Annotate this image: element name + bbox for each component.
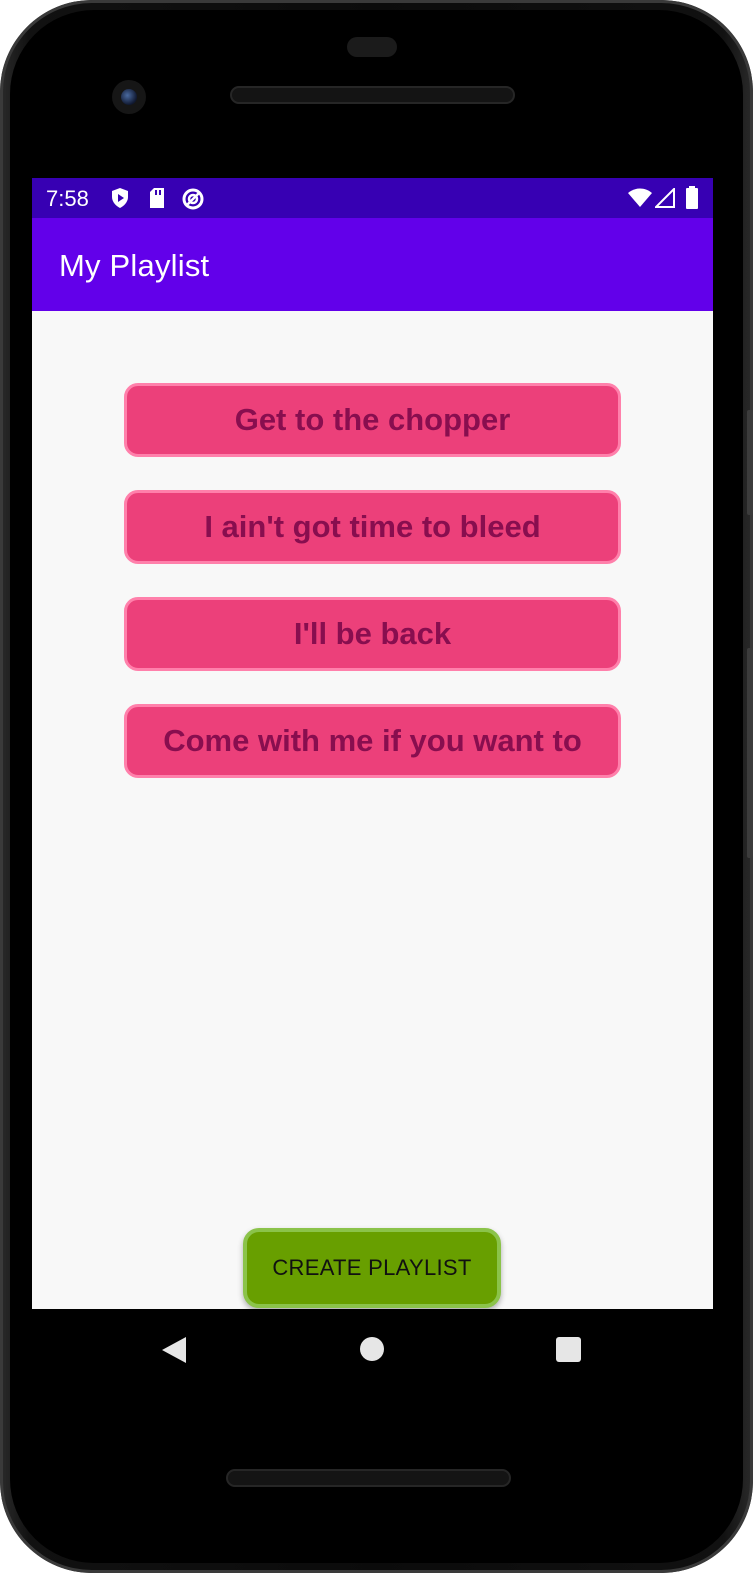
wifi-icon <box>628 188 652 207</box>
sd-card-icon <box>150 188 164 208</box>
song-button-i-aint-got-time-to-bleed[interactable]: I ain't got time to bleed <box>124 490 621 564</box>
bottom-speaker-grille <box>226 1469 511 1487</box>
phone-frame: 7:58 My Playlist Get to the chopper I ai… <box>0 0 753 1573</box>
song-button-come-with-me[interactable]: Come with me if you want to <box>124 704 621 778</box>
home-icon[interactable] <box>360 1337 384 1361</box>
back-icon[interactable] <box>162 1337 186 1363</box>
earpiece <box>347 37 397 57</box>
playlist-content: Get to the chopper I ain't got time to b… <box>32 311 713 1309</box>
create-playlist-button[interactable]: CREATE PLAYLIST <box>243 1228 501 1308</box>
song-button-get-to-the-chopper[interactable]: Get to the chopper <box>124 383 621 457</box>
status-time: 7:58 <box>46 186 89 211</box>
status-bar: 7:58 <box>32 178 713 218</box>
top-speaker-grille <box>230 86 515 104</box>
device-screen: 7:58 My Playlist Get to the chopper I ai… <box>32 178 713 1309</box>
battery-icon <box>686 186 698 209</box>
cellular-signal-icon <box>655 188 675 208</box>
data-saver-icon <box>182 188 204 210</box>
volume-button <box>747 410 753 515</box>
page-title: My Playlist <box>59 248 210 283</box>
front-camera-icon <box>112 80 146 114</box>
shield-play-icon <box>112 188 128 208</box>
power-button <box>747 648 753 858</box>
recents-icon[interactable] <box>556 1337 581 1362</box>
app-bar: My Playlist <box>32 218 713 311</box>
song-button-ill-be-back[interactable]: I'll be back <box>124 597 621 671</box>
